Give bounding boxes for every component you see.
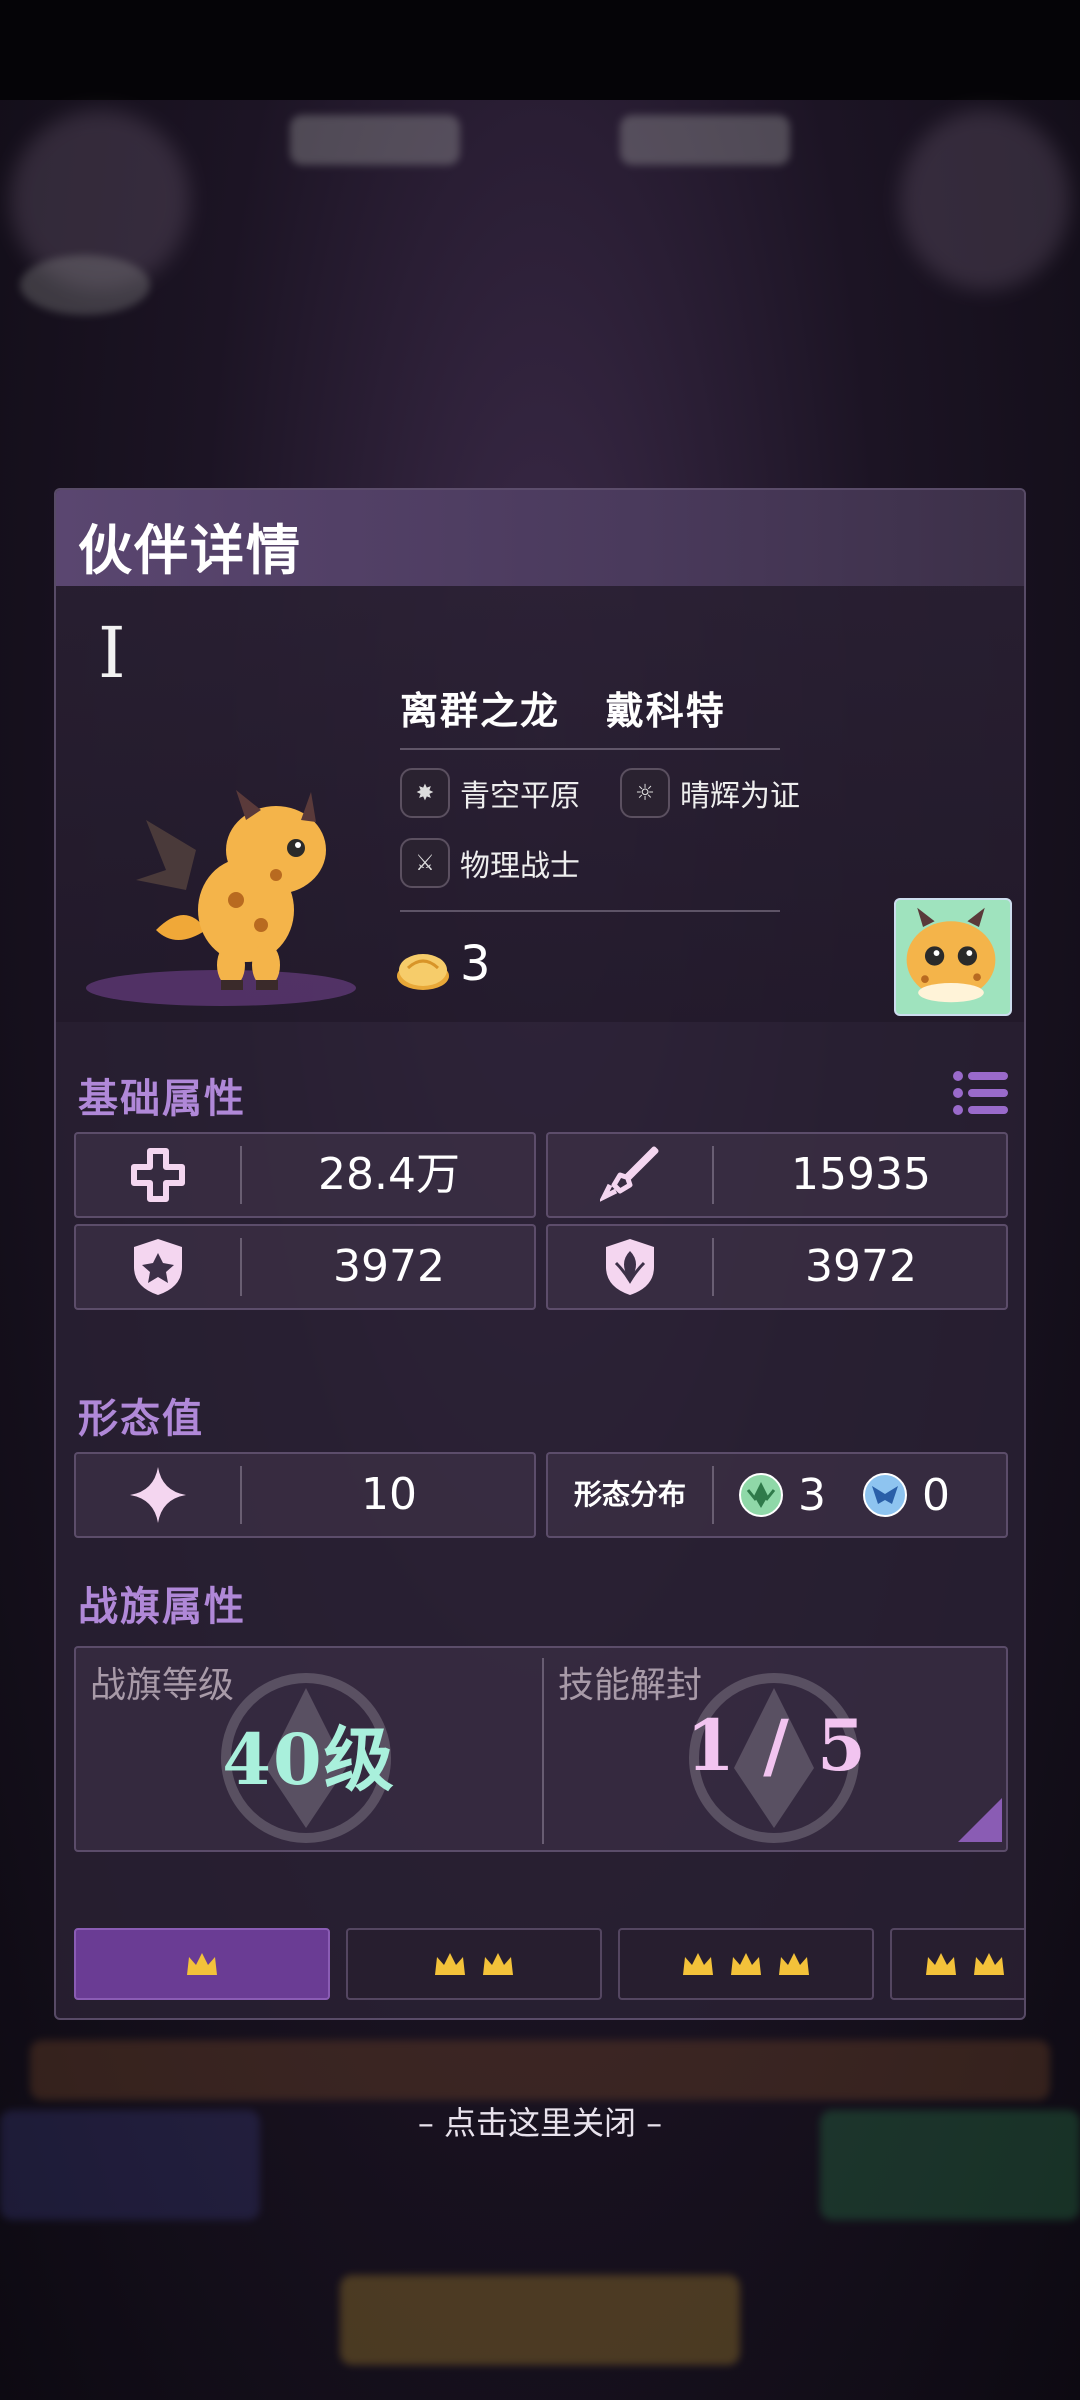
panel-title: 伙伴详情 (78, 519, 302, 582)
health-cross-icon (131, 1148, 185, 1202)
stat-health-value: 28.4万 (318, 1149, 460, 1200)
stat-divider (712, 1238, 714, 1296)
star-sparkle-icon-wrap (76, 1454, 240, 1536)
tab-tier-1[interactable] (74, 1928, 330, 2000)
stat-divider (712, 1146, 714, 1204)
stat-divider (712, 1466, 714, 1524)
tag-faction-label: 晴辉为证 (680, 779, 800, 814)
stat-divider (240, 1466, 242, 1524)
form-value-title: 形态值 (78, 1396, 204, 1442)
tag-faction: ☼ 晴辉为证 (620, 768, 800, 818)
bg-bar-2 (620, 115, 790, 165)
crown-icon (483, 1953, 513, 1975)
dragon-character (136, 790, 326, 990)
flag-level-label: 战旗等级 (90, 1665, 235, 1706)
emblem-icon: ✸ (400, 768, 450, 818)
magic-shield-icon (606, 1239, 654, 1295)
sword-icon: ⚔ (400, 838, 450, 888)
expand-corner-icon[interactable] (958, 1798, 1002, 1842)
green-form-icon (739, 1473, 783, 1517)
stat-divider (240, 1238, 242, 1296)
crown-icon (731, 1953, 761, 1975)
character-portrait[interactable] (894, 898, 1012, 1016)
basic-attributes-title: 基础属性 (78, 1076, 246, 1122)
tag-class-label: 物理战士 (460, 849, 580, 884)
tab-tier-2[interactable] (346, 1928, 602, 2000)
form-distribution-label: 形态分布 (573, 1478, 686, 1511)
crown-icon (683, 1953, 713, 1975)
form-dist-blue: 0 (862, 1470, 950, 1521)
stat-attack: 15935 (546, 1132, 1008, 1218)
crown-icon (974, 1953, 1004, 1975)
form-dist-blue-value: 0 (922, 1469, 950, 1521)
crown-icon (187, 1953, 217, 1975)
stat-defense-value: 3972 (333, 1241, 445, 1292)
flag-level-value: 40级 (222, 1718, 396, 1801)
partner-details-panel: 伙伴详情 I 离群之龙 戴科特 ✸ 青空平原 ☼ 晴辉为证 ⚔ 物理战士 3 基… (54, 488, 1026, 2020)
bg-gold-button (340, 2275, 740, 2365)
magic-shield-icon-wrap (548, 1226, 712, 1308)
stat-divider (240, 1146, 242, 1204)
rank-numeral: I (98, 612, 126, 694)
list-icon[interactable] (950, 1068, 1010, 1118)
character-name: 离群之龙 戴科特 (400, 689, 726, 733)
flag-attributes-title: 战旗属性 (78, 1584, 246, 1630)
sword-attack-icon (600, 1146, 659, 1202)
stat-defense: 3972 (74, 1224, 536, 1310)
bun-icon (397, 954, 449, 990)
top-bar-bg (0, 0, 1080, 100)
stat-attack-value: 15935 (791, 1149, 931, 1200)
stat-form-value: 10 (74, 1452, 536, 1538)
bg-row-bottom (30, 2040, 1050, 2100)
dragon-portrait-icon (906, 907, 996, 1003)
tag-region: ✸ 青空平原 (400, 768, 580, 818)
tag-region-label: 青空平原 (460, 779, 580, 814)
form-dist-green-value: 3 (798, 1469, 826, 1521)
tab-tier-4[interactable] (890, 1928, 1024, 2000)
tag-class: ⚔ 物理战士 (400, 838, 580, 888)
name-separator (400, 748, 780, 750)
blue-form-icon (863, 1473, 907, 1517)
form-value: 10 (361, 1469, 417, 1520)
tags-separator (400, 910, 780, 912)
form-dist-green: 3 (738, 1470, 826, 1521)
form-distribution-items: 3 0 (738, 1454, 972, 1536)
tab-tier-3[interactable] (618, 1928, 874, 2000)
bun-count: 3 (460, 936, 491, 992)
flag-skill-label: 技能解封 (558, 1665, 703, 1706)
shield-defense-icon (134, 1239, 182, 1295)
close-hint[interactable]: – 点击这里关闭 – (0, 2098, 1080, 2144)
crown-icon (435, 1953, 465, 1975)
sword-attack-icon-wrap (548, 1134, 712, 1216)
health-cross-icon-wrap (76, 1134, 240, 1216)
bg-avatar-right (900, 110, 1070, 290)
shield-defense-icon-wrap (76, 1226, 240, 1308)
crown-icon (926, 1953, 956, 1975)
flag-skill-panel: 技能解封 1 / 5 (544, 1648, 1006, 1850)
flag-skill-value: 1 / 5 (686, 1704, 868, 1787)
stat-magic-defense-value: 3972 (805, 1241, 917, 1292)
panel-header: 伙伴详情 (56, 490, 1024, 586)
flag-level-panel: 战旗等级 40级 (76, 1648, 542, 1850)
stat-magic-defense: 3972 (546, 1224, 1008, 1310)
sun-icon: ☼ (620, 768, 670, 818)
stat-health: 28.4万 (74, 1132, 536, 1218)
flag-box: 战旗等级 40级 技能解封 1 / 5 (74, 1646, 1008, 1852)
bg-circle (20, 255, 150, 315)
crown-icon (779, 1953, 809, 1975)
bg-bar-1 (290, 115, 460, 165)
star-sparkle-icon (130, 1467, 186, 1523)
form-distribution: 形态分布 3 0 (546, 1452, 1008, 1538)
